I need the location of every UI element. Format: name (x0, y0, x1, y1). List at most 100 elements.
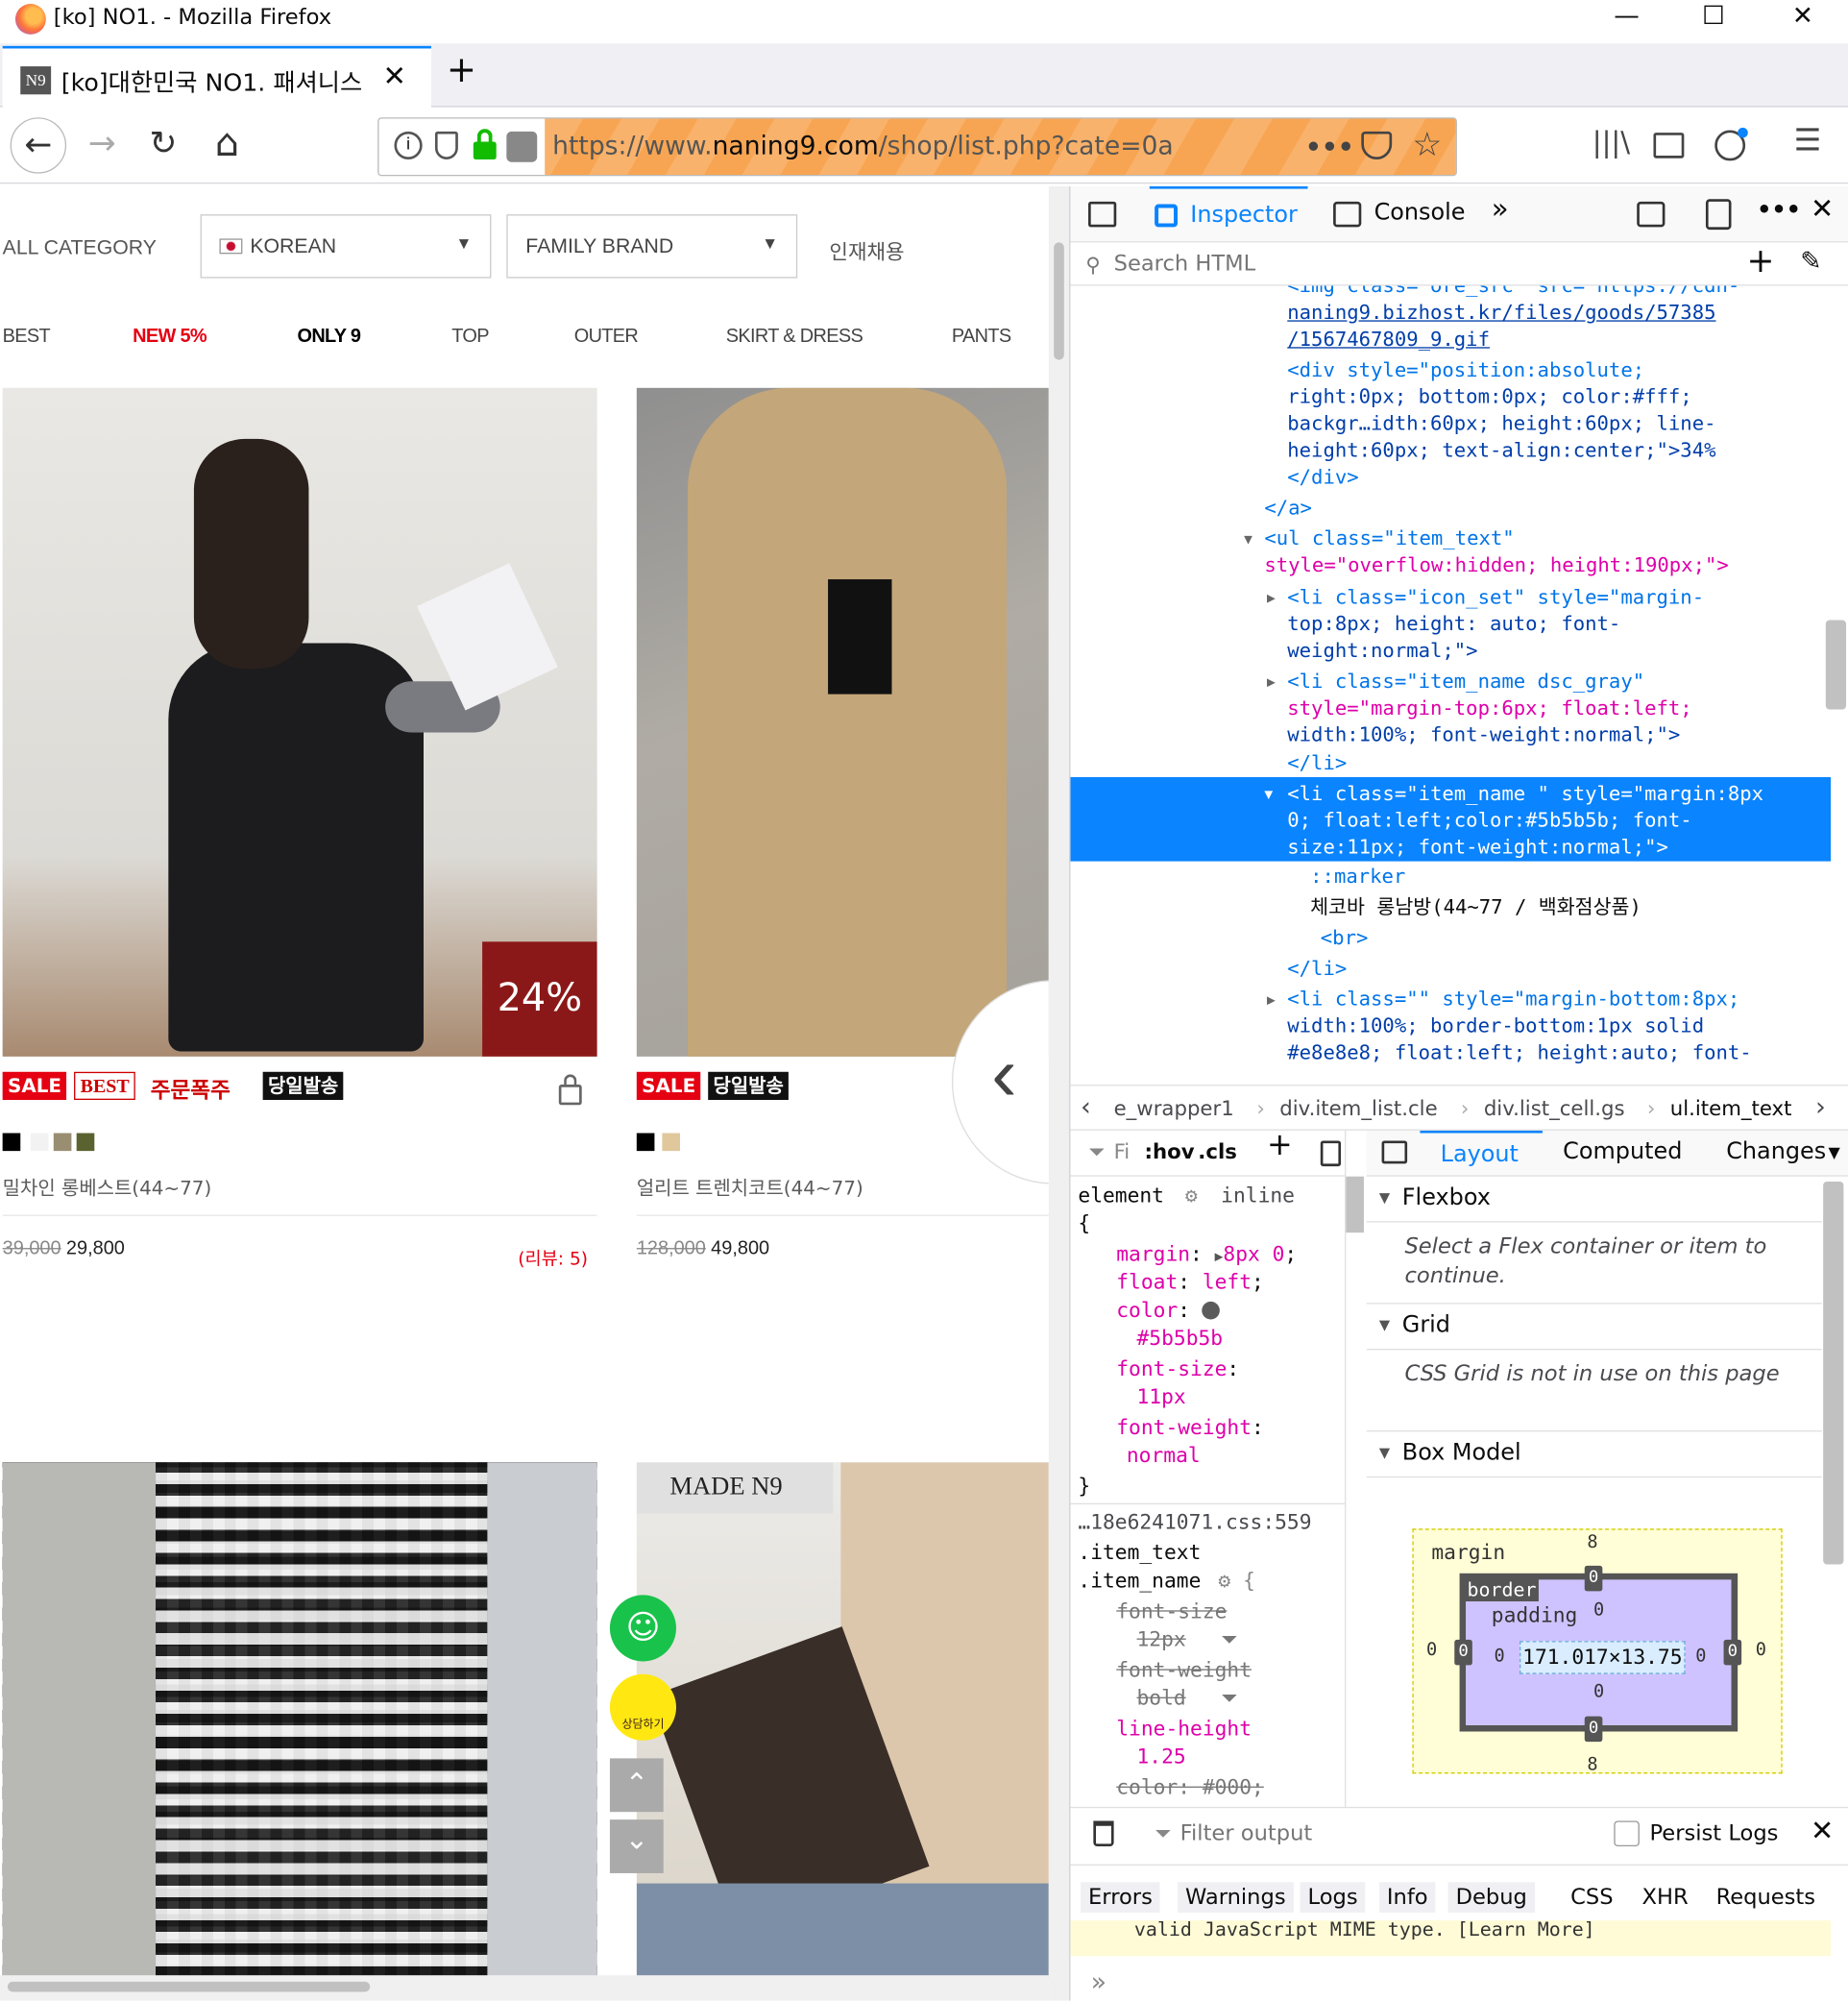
product-image-long-vest[interactable]: 24% (2, 387, 597, 1057)
remote-control-robot-icon[interactable] (506, 131, 538, 162)
markup-line[interactable]: </li> (1287, 956, 1347, 984)
breadcrumb-item[interactable]: div.list_cell.gs (1484, 1096, 1625, 1120)
filter-requests-button[interactable]: Requests (1709, 1882, 1823, 1913)
tab-computed[interactable]: Computed (1563, 1138, 1682, 1165)
declaration[interactable]: margin: ▶8px 0; (1116, 1240, 1297, 1272)
eyedropper-icon[interactable]: ✎ (1800, 245, 1821, 276)
devtools-menu-icon[interactable]: ••• (1757, 197, 1801, 224)
markup-line[interactable]: </li> (1287, 750, 1347, 778)
page-vertical-scrollbar[interactable] (1048, 185, 1070, 2001)
home-button[interactable]: ⌂ (199, 117, 255, 173)
markup-line[interactable]: </div> (1287, 465, 1358, 493)
close-window-button[interactable]: ✕ (1771, 0, 1835, 34)
breadcrumb-item[interactable]: div.item_list.cle (1279, 1096, 1437, 1120)
overridden-declaration[interactable]: font-weight (1116, 1656, 1252, 1685)
persist-logs-checkbox[interactable] (1614, 1820, 1640, 1847)
scroll-up-icon[interactable]: ⌃ (609, 1758, 664, 1813)
markup-line[interactable]: style="margin-top:6px; float:left; (1287, 695, 1691, 723)
menu-outer[interactable]: OUTER (574, 326, 639, 348)
tab-active[interactable]: N9 [ko]대한민국 NO1. 패셔니스 ✕ (2, 45, 431, 108)
rule-selector[interactable]: .item_text (1078, 1539, 1201, 1568)
trash-icon[interactable] (1093, 1820, 1114, 1847)
declaration[interactable]: font-weight: (1116, 1414, 1264, 1443)
border-bottom-value[interactable]: 0 (1584, 1716, 1603, 1743)
page-actions-more-button[interactable]: ••• (1305, 132, 1354, 162)
hov-toggle[interactable]: :hov (1144, 1138, 1194, 1167)
product-image-knit[interactable]: MADE N9 (636, 1462, 1049, 1978)
menu-top[interactable]: TOP (451, 326, 489, 348)
chat-icon[interactable]: ☺ (609, 1595, 676, 1662)
markup-line[interactable]: #e8e8e8; float:left; height:auto; font- (1287, 1040, 1751, 1068)
markup-line[interactable]: width:100%; border-bottom:1px solid (1287, 1013, 1704, 1041)
markup-line[interactable]: width:100%; font-weight:normal;"> (1287, 722, 1680, 750)
menu-only9[interactable]: ONLY 9 (297, 326, 360, 348)
markup-line[interactable]: style="overflow:hidden; height:190px;"> (1264, 552, 1728, 580)
add-rule-icon[interactable]: + (1267, 1131, 1293, 1159)
menu-best[interactable]: BEST (3, 326, 51, 348)
color-swatch[interactable] (30, 1133, 49, 1152)
cls-toggle[interactable]: .cls (1198, 1138, 1237, 1167)
rule-source[interactable]: inline (1221, 1182, 1295, 1210)
add-node-icon[interactable]: + (1746, 242, 1774, 281)
page-scroll-thumb[interactable] (1054, 242, 1064, 360)
collapse-arrow-icon[interactable]: ▶ (1267, 987, 1276, 1014)
url-text[interactable]: https://www.naning9.com/shop/list.php?ca… (552, 130, 1173, 160)
markup-line[interactable]: <ul class="item_text" (1264, 525, 1514, 553)
filter-logs-button[interactable]: Logs (1300, 1882, 1366, 1914)
markup-link[interactable]: /1567467809_9.gif (1287, 327, 1490, 354)
recruit-link[interactable]: 인재채용 (829, 234, 904, 265)
markup-line[interactable]: right:0px; bottom:0px; color:#fff; (1287, 384, 1691, 412)
color-swatch[interactable] (2, 1133, 21, 1152)
filter-output-input[interactable] (1179, 1816, 1564, 1852)
markup-scrollbar-thumb[interactable] (1825, 620, 1847, 710)
language-select[interactable]: KOREAN ▼ (200, 214, 492, 279)
markup-text-node[interactable]: 체코바 롱남방(44~77 / 백화점상품) (1310, 894, 1641, 922)
sidebar-icon[interactable] (1653, 133, 1685, 159)
layout-scrollbar-thumb[interactable] (1823, 1182, 1844, 1565)
menu-new[interactable]: NEW 5% (133, 326, 207, 348)
filter-xhr-button[interactable]: XHR (1635, 1882, 1696, 1913)
overridden-value[interactable]: 12px (1137, 1625, 1186, 1654)
markup-line[interactable]: weight:normal;"> (1287, 638, 1477, 666)
bookmark-star-icon[interactable]: ☆ (1412, 127, 1442, 165)
declaration-value[interactable]: #5b5b5b (1137, 1325, 1224, 1354)
border-top-value[interactable]: 0 (1584, 1565, 1603, 1592)
markup-line[interactable]: <li class="item_name dsc_gray" (1287, 669, 1644, 696)
overridden-declaration[interactable]: color: #000; (1116, 1773, 1264, 1802)
declaration-prop[interactable]: line-height (1116, 1715, 1252, 1744)
product-image-trench-coat[interactable] (636, 387, 1049, 1057)
flexbox-accordion-header[interactable]: ▼ Flexbox (1366, 1177, 1822, 1223)
rules-scrollbar-thumb[interactable] (1346, 1176, 1364, 1233)
kakao-talk-button[interactable]: 상담하기 (609, 1673, 676, 1741)
minimize-button[interactable]: — (1594, 0, 1658, 34)
chevron-right-icon[interactable]: › (1815, 1091, 1826, 1122)
product-image-check-shirt[interactable] (2, 1462, 597, 1978)
padding-left-value[interactable]: 0 (1494, 1647, 1504, 1667)
padding-right-value[interactable]: 0 (1695, 1647, 1706, 1667)
print-media-icon[interactable] (1320, 1140, 1342, 1167)
filter-warnings-button[interactable]: Warnings (1178, 1882, 1294, 1914)
content-size[interactable]: 171.017×13.75 (1520, 1641, 1686, 1674)
border-left-value[interactable]: 0 (1454, 1639, 1472, 1666)
filter-errors-button[interactable]: Errors (1081, 1882, 1160, 1914)
chevron-down-icon[interactable]: ▼ (1828, 1143, 1839, 1161)
shopping-bag-icon[interactable] (558, 1085, 582, 1106)
selected-node-row[interactable]: ▼ <li class="item_name " style="margin:8… (1070, 776, 1832, 862)
filter-info-button[interactable]: Info (1378, 1882, 1436, 1914)
breadcrumb-item[interactable]: e_wrapper1 (1114, 1096, 1234, 1120)
color-swatch-icon[interactable] (1202, 1301, 1221, 1320)
more-tools-icon[interactable]: » (1492, 194, 1509, 226)
review-count[interactable]: (리뷰: 5) (518, 1245, 588, 1271)
overridden-declaration[interactable]: font-size (1116, 1598, 1227, 1626)
element-picker-icon[interactable] (1088, 201, 1117, 228)
toggle-sidebar-icon[interactable] (1381, 1140, 1408, 1164)
maximize-button[interactable]: ☐ (1682, 0, 1745, 34)
markup-line[interactable]: <li class="" style="margin-bottom:8px; (1287, 987, 1739, 1014)
border-right-value[interactable]: 0 (1723, 1639, 1742, 1666)
collapse-arrow-icon[interactable]: ▶ (1267, 669, 1276, 696)
menu-pants[interactable]: PANTS (952, 326, 1011, 348)
tab-layout[interactable]: Layout (1420, 1130, 1543, 1177)
margin-bottom-value[interactable]: 8 (1587, 1754, 1597, 1774)
close-devtools-icon[interactable]: ✕ (1811, 194, 1834, 226)
overridden-value[interactable]: bold (1137, 1684, 1186, 1713)
